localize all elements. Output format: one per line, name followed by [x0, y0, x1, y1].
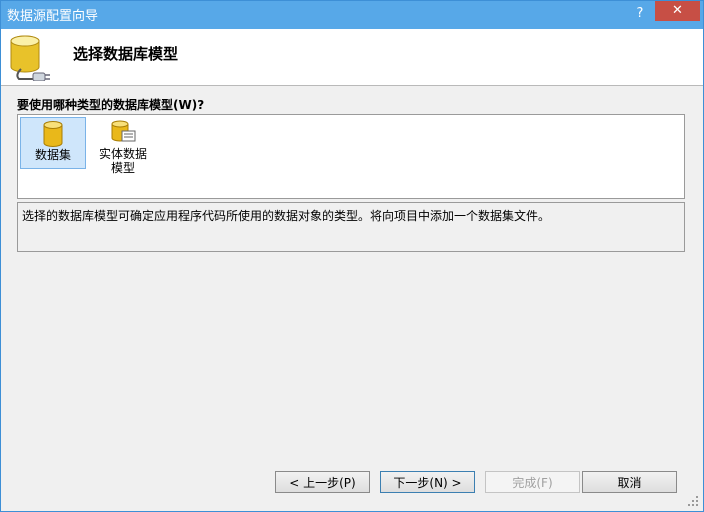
previous-button[interactable]: < 上一步(P) [275, 471, 370, 493]
model-listview[interactable]: 数据集 实体数据 模型 [17, 114, 685, 199]
window-title: 数据源配置向导 [7, 9, 99, 24]
description-text: 选择的数据库模型可确定应用程序代码所使用的数据对象的类型。将向项目中添加一个数据… [22, 209, 551, 223]
wizard-header: 选择数据库模型 [1, 29, 703, 86]
database-connect-icon [10, 35, 50, 81]
help-button[interactable]: ? [629, 4, 651, 24]
finish-button[interactable]: 完成(F) [485, 471, 580, 493]
database-icon [43, 121, 63, 147]
wizard-window: 数据源配置向导 ? ✕ 选择数据库模型 要使用哪种类型的数据库模型(W)? 数据… [0, 0, 704, 512]
list-item-entity-model[interactable]: 实体数据 模型 [92, 117, 154, 175]
cancel-button[interactable]: 取消 [582, 471, 677, 493]
page-title: 选择数据库模型 [73, 45, 179, 63]
title-bar: 数据源配置向导 ? ✕ [1, 1, 703, 29]
list-item-label-line1: 实体数据 [98, 147, 147, 161]
model-question-label: 要使用哪种类型的数据库模型(W)? [17, 98, 205, 112]
entity-model-icon [111, 120, 136, 142]
resize-grip-icon[interactable] [685, 493, 699, 507]
list-item-label-line2: 模型 [110, 161, 135, 175]
next-button[interactable]: 下一步(N) > [380, 471, 475, 493]
description-box: 选择的数据库模型可确定应用程序代码所使用的数据对象的类型。将向项目中添加一个数据… [17, 202, 685, 252]
list-item-label: 数据集 [34, 148, 71, 162]
list-item-dataset[interactable]: 数据集 [20, 117, 86, 169]
close-button[interactable]: ✕ [655, 1, 700, 21]
